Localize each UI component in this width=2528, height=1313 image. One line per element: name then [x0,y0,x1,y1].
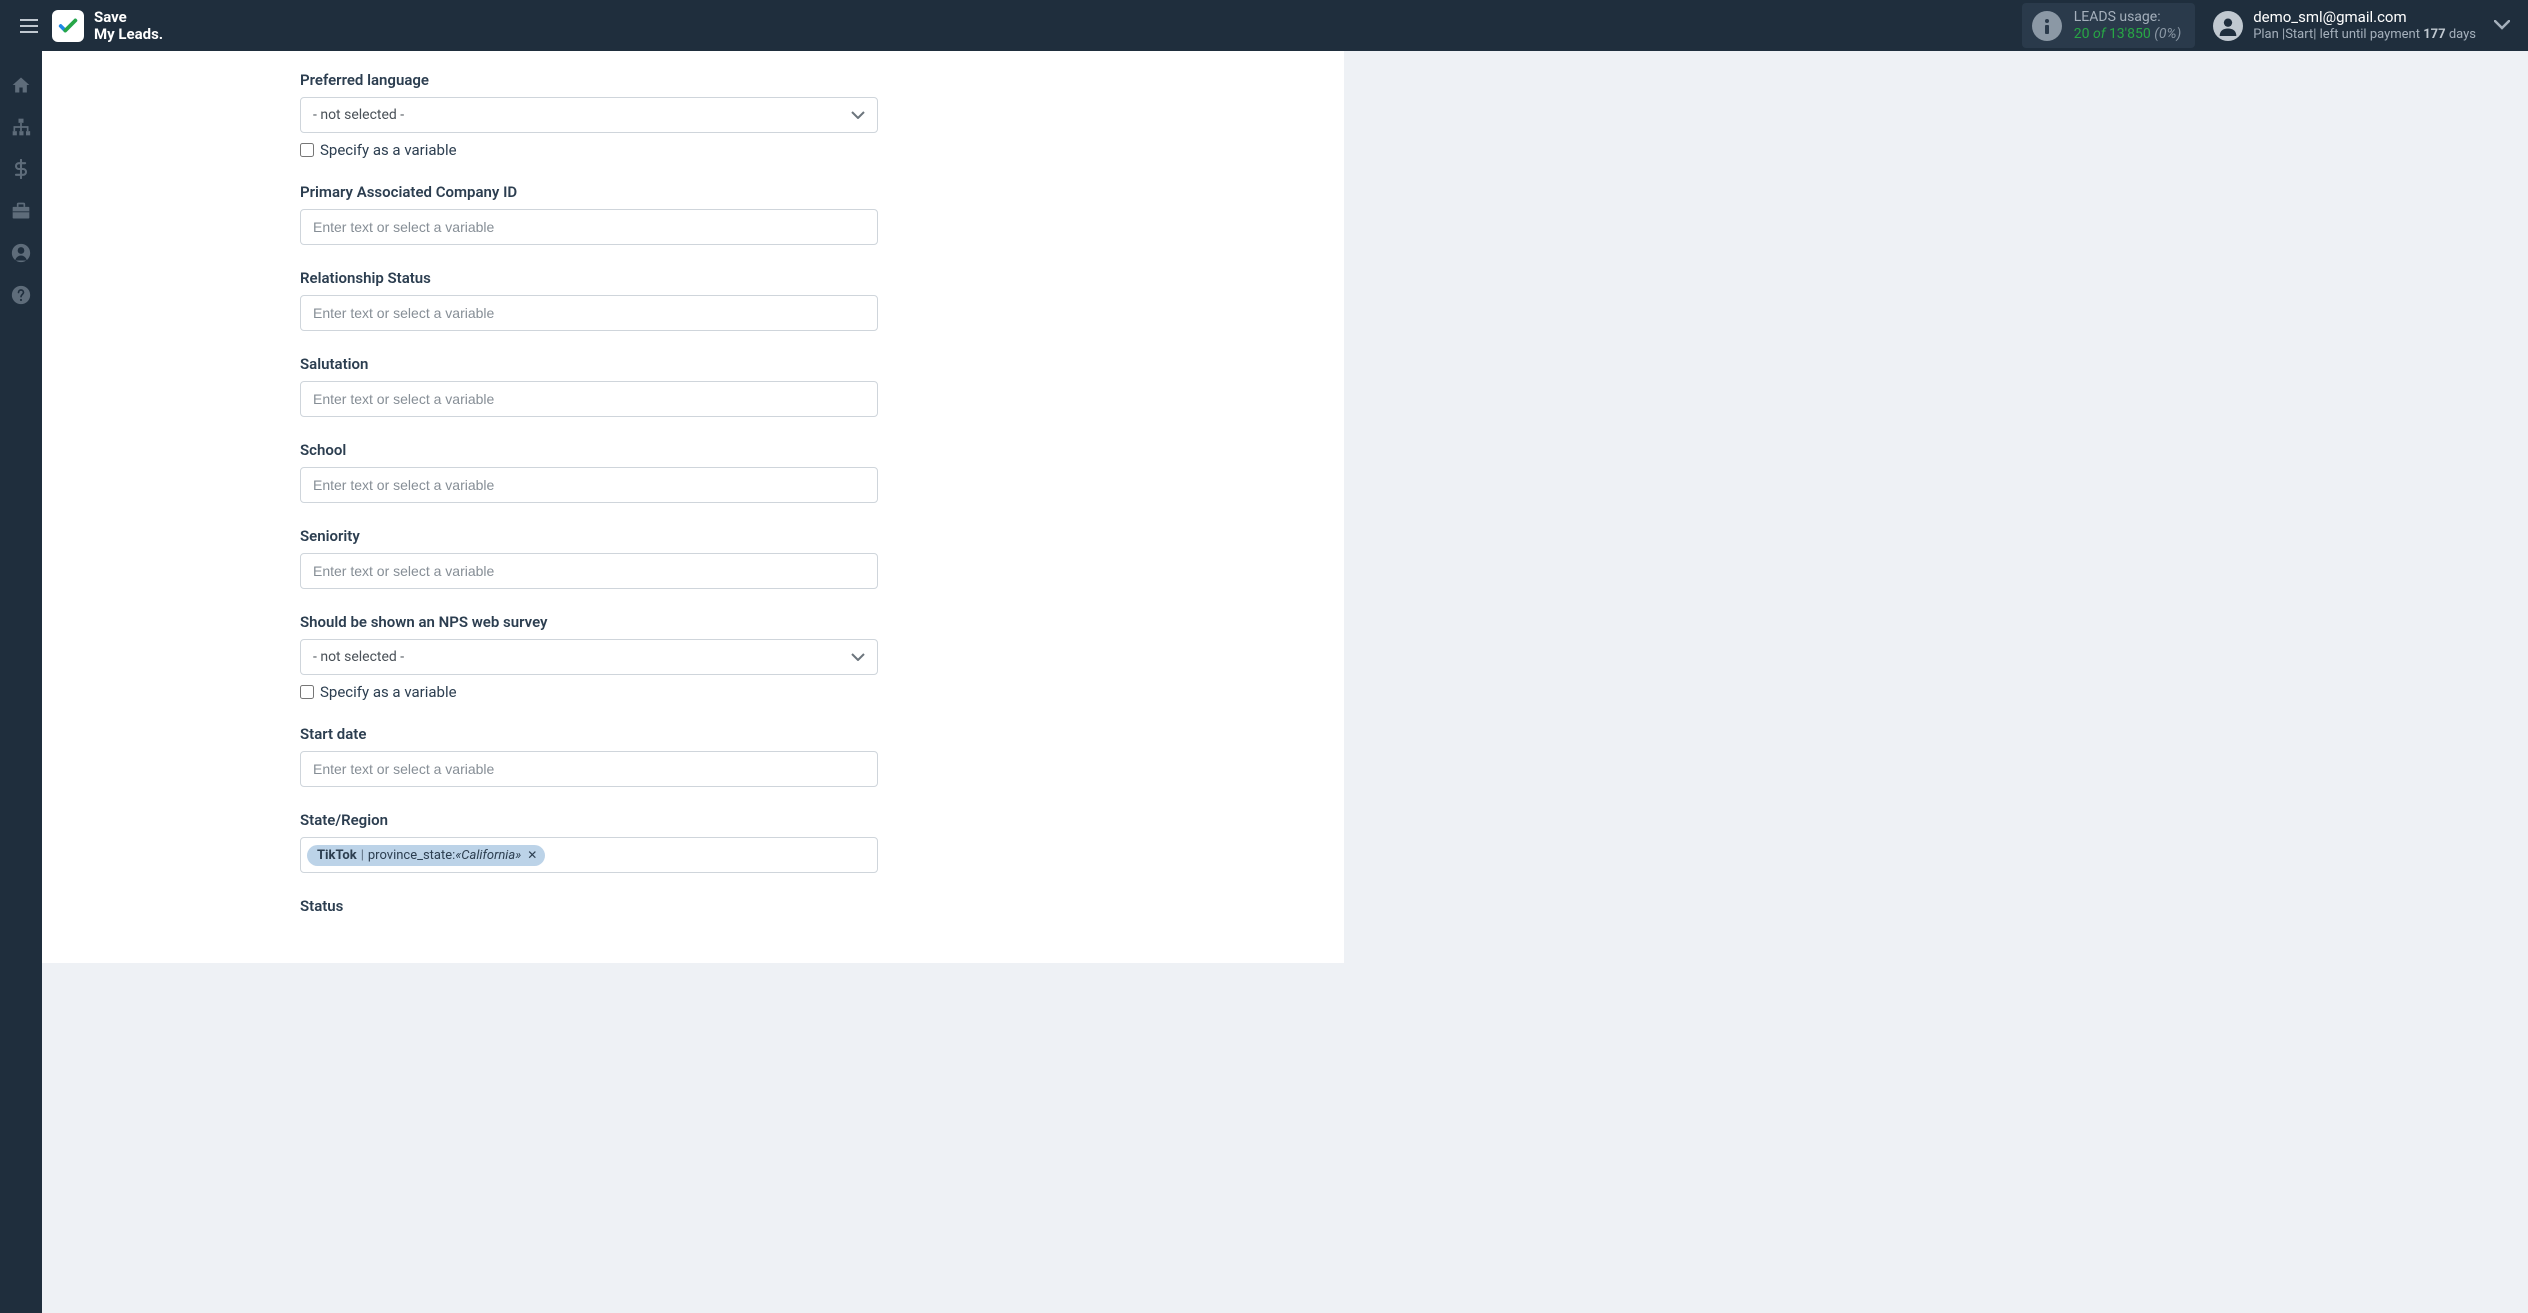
select-nps-survey[interactable]: - not selected - [300,639,878,675]
select-preferred-language[interactable]: - not selected - [300,97,878,133]
home-icon[interactable] [11,75,31,95]
label-seniority: Seniority [300,527,942,545]
label-state-region: State/Region [300,811,942,829]
checkbox-label-1[interactable]: Specify as a variable [320,141,457,159]
user-icon[interactable] [11,243,31,263]
input-seniority[interactable] [300,553,878,589]
variable-tag: TikTok | province_state: «California» ✕ [307,845,545,866]
chevron-down-icon [851,649,865,665]
side-nav [0,51,42,1313]
checkbox-specify-variable-2[interactable] [300,685,314,699]
briefcase-icon[interactable] [11,201,31,221]
usage-count: 20 [2074,26,2090,42]
label-preferred-language: Preferred language [300,71,942,89]
input-salutation[interactable] [300,381,878,417]
form-section: Preferred language - not selected - Spec… [42,71,982,915]
label-start-date: Start date [300,725,942,743]
field-school: School [300,441,942,503]
checkbox-label-2[interactable]: Specify as a variable [320,683,457,701]
field-primary-company-id: Primary Associated Company ID [300,183,942,245]
input-primary-company-id[interactable] [300,209,878,245]
field-preferred-language: Preferred language - not selected - Spec… [300,71,942,159]
chevron-down-icon [851,107,865,123]
input-relationship-status[interactable] [300,295,878,331]
label-salutation: Salutation [300,355,942,373]
field-status: Status [300,897,942,915]
field-nps-survey: Should be shown an NPS web survey - not … [300,613,942,701]
user-email: demo_sml@gmail.com [2253,8,2476,27]
label-school: School [300,441,942,459]
label-nps-survey: Should be shown an NPS web survey [300,613,942,631]
input-start-date[interactable] [300,751,878,787]
leads-usage-box[interactable]: LEADS usage: 20 of 13'850 (0%) [2022,3,2195,49]
sitemap-icon[interactable] [11,117,31,137]
avatar-icon [2213,11,2243,41]
input-school[interactable] [300,467,878,503]
field-relationship-status: Relationship Status [300,269,942,331]
top-header: Save My Leads. LEADS usage: 20 of 13'850… [0,0,2528,51]
usage-total: 13'850 [2109,26,2151,42]
field-seniority: Seniority [300,527,942,589]
input-state-region[interactable]: TikTok | province_state: «California» ✕ [300,837,878,873]
hamburger-icon[interactable] [10,11,48,41]
info-icon [2032,11,2062,41]
field-start-date: Start date [300,725,942,787]
tag-remove-icon[interactable]: ✕ [527,848,537,862]
content-wrap: Preferred language - not selected - Spec… [42,51,2528,963]
content-panel: Preferred language - not selected - Spec… [42,51,1344,963]
field-salutation: Salutation [300,355,942,417]
app-name: Save My Leads. [94,9,163,42]
help-icon[interactable] [11,285,31,305]
user-account-box[interactable]: demo_sml@gmail.com Plan |Start| left unt… [2213,8,2476,43]
label-relationship-status: Relationship Status [300,269,942,287]
field-state-region: State/Region TikTok | province_state: «C… [300,811,942,873]
usage-pct: (0%) [2154,26,2181,42]
dollar-icon[interactable] [11,159,31,179]
user-plan: Plan |Start| left until payment 177 days [2253,27,2476,43]
app-logo[interactable] [52,10,84,42]
checkbox-specify-variable-1[interactable] [300,143,314,157]
label-status: Status [300,897,942,915]
usage-label: LEADS usage: [2074,9,2181,26]
usage-of: of [2093,26,2105,42]
chevron-down-icon[interactable] [2486,10,2518,42]
label-primary-company-id: Primary Associated Company ID [300,183,942,201]
